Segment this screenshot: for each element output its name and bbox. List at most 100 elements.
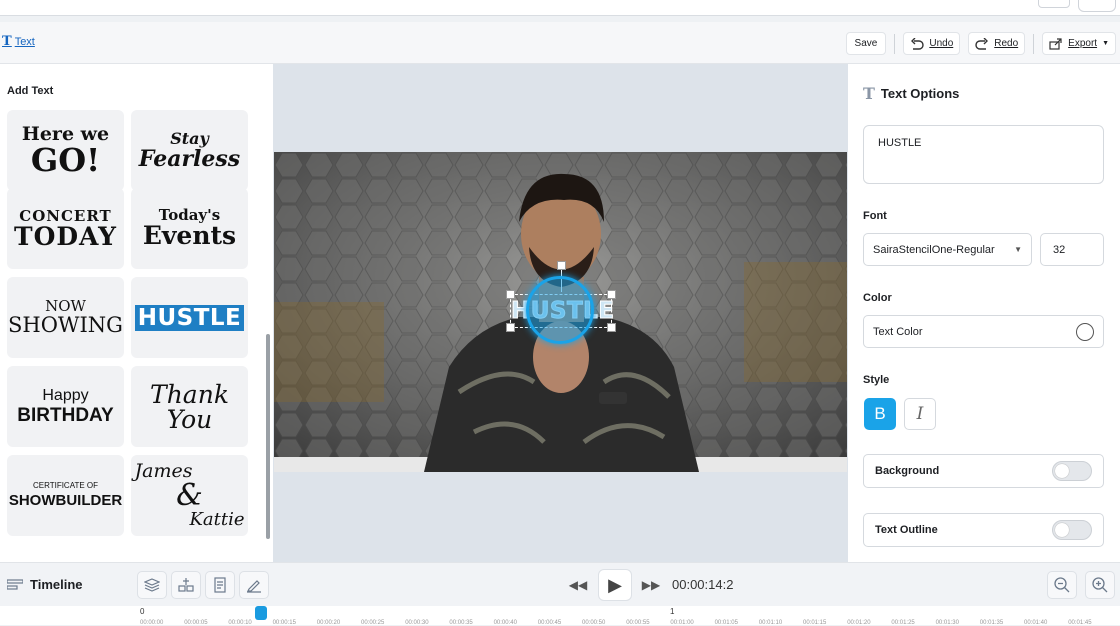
- template-line: &: [176, 478, 203, 513]
- redo-button[interactable]: Redo: [968, 32, 1026, 55]
- ruler-tick-label: 00:00:40: [493, 620, 517, 626]
- font-size-input[interactable]: 32: [1040, 233, 1104, 266]
- template-line: Kattie: [189, 509, 245, 530]
- italic-button[interactable]: I: [904, 398, 936, 430]
- template-stay-fearless[interactable]: Stay Fearless: [131, 110, 248, 191]
- divider: [1033, 33, 1035, 54]
- layers-button[interactable]: [137, 571, 167, 599]
- scrollbar[interactable]: [266, 334, 270, 539]
- undo-button[interactable]: Undo: [903, 32, 961, 55]
- fast-forward-button[interactable]: ▶▶: [639, 572, 663, 598]
- text-color-picker[interactable]: Text Color: [863, 315, 1104, 348]
- zoom-in-button[interactable]: [1085, 571, 1115, 599]
- toolbar: T Text Save Undo Redo Export ▼: [0, 22, 1120, 64]
- fast-forward-icon: ▶▶: [641, 578, 661, 592]
- top-bar-button[interactable]: [1038, 0, 1070, 8]
- ruler-tick-label: 00:01:30: [935, 620, 959, 626]
- export-label: Export: [1068, 38, 1098, 49]
- template-line: You: [166, 404, 213, 434]
- ruler-tick-label: 00:00:10: [228, 620, 252, 626]
- avatar[interactable]: [1078, 0, 1116, 12]
- redo-label: Redo: [994, 38, 1019, 49]
- text-tool-label: Text: [14, 35, 35, 48]
- font-label: Font: [863, 210, 887, 222]
- panel-title: Add Text: [7, 85, 54, 97]
- template-line: Fearless: [138, 146, 241, 173]
- template-line: Happy: [42, 386, 89, 404]
- style-label: Style: [863, 374, 890, 386]
- resize-handle[interactable]: [607, 290, 616, 299]
- resize-handle[interactable]: [607, 323, 616, 332]
- template-line: SHOWING: [8, 313, 123, 338]
- canvas-stage: HUSTLE: [273, 64, 848, 562]
- export-icon: [1049, 37, 1062, 50]
- template-here-we-go[interactable]: Here we GO!: [7, 110, 124, 191]
- template-thank-you[interactable]: Thank You: [131, 366, 248, 447]
- ruler-tick-label: 00:01:05: [714, 620, 738, 626]
- text-outline-label: Text Outline: [875, 524, 938, 536]
- text-icon: T: [2, 34, 12, 49]
- template-line: Thank: [150, 379, 229, 409]
- template-certificate[interactable]: CERTIFICATE OF SHOWBUILDER: [7, 455, 124, 536]
- ruler-tick-label: 00:00:55: [626, 620, 650, 626]
- undo-icon: [911, 37, 925, 50]
- ruler-tick-label: 00:00:50: [582, 620, 606, 626]
- template-line: Events: [142, 221, 237, 251]
- ruler-tick-label: 00:00:30: [405, 620, 429, 626]
- background-row: Background: [863, 454, 1104, 488]
- export-button[interactable]: Export ▼: [1042, 32, 1116, 55]
- background-label: Background: [875, 465, 940, 477]
- ruler-tick-label: 00:01:35: [979, 620, 1004, 626]
- template-line: GO!: [30, 141, 101, 179]
- ruler-tick-label: 00:00:20: [316, 620, 341, 626]
- split-button[interactable]: [171, 571, 201, 599]
- resize-handle[interactable]: [506, 290, 515, 299]
- template-concert-today[interactable]: CONCERT TODAY: [7, 188, 124, 269]
- chevron-down-icon: ▼: [1102, 40, 1109, 47]
- resize-handle[interactable]: [506, 323, 515, 332]
- chevron-down-icon: ▼: [1014, 245, 1022, 254]
- text-content-input[interactable]: HUSTLE: [863, 125, 1104, 184]
- edit-button[interactable]: [239, 571, 269, 599]
- ruler-tick-label: 00:01:20: [847, 620, 871, 626]
- template-now-showing[interactable]: NOW SHOWING: [7, 277, 124, 358]
- template-line: SHOWBUILDER: [8, 491, 123, 509]
- rotate-handle[interactable]: [557, 261, 566, 270]
- font-select[interactable]: SairaStencilOne-Regular ▼: [863, 233, 1032, 266]
- trim-button[interactable]: [205, 571, 235, 599]
- undo-label: Undo: [929, 38, 954, 49]
- template-hustle[interactable]: HUSTLE: [131, 277, 248, 358]
- template-james-kattie[interactable]: James & Kattie: [131, 455, 248, 536]
- video-preview[interactable]: HUSTLE: [274, 152, 847, 472]
- rewind-button[interactable]: ◀◀: [566, 572, 590, 598]
- save-button[interactable]: Save: [845, 32, 887, 55]
- text-tool-tab[interactable]: T Text: [2, 34, 35, 49]
- text-outline-toggle[interactable]: [1052, 520, 1092, 540]
- ruler-tick-label: 00:00:00: [140, 620, 164, 626]
- zoom-in-icon: [1092, 577, 1108, 593]
- timeline-bar: Timeline ◀◀ ▶ ▶▶ 00:00:14:2: [0, 562, 1120, 606]
- text-options-panel: T Text Options HUSTLE Font SairaStencilO…: [848, 64, 1120, 562]
- ruler-tick-label: 00:00:15: [272, 620, 296, 626]
- trim-icon: [214, 577, 226, 593]
- timeline-ruler[interactable]: 0 1 00:00:00 00:00:05 00:00:10 00:00:15 00:0…: [0, 606, 1120, 626]
- zoom-out-button[interactable]: [1047, 571, 1077, 599]
- ruler-marker: 0: [140, 607, 145, 616]
- ruler-tick-label: 00:01:10: [758, 620, 783, 626]
- rewind-icon: ◀◀: [568, 578, 588, 592]
- ruler-tick-label: 00:01:40: [1024, 620, 1048, 626]
- template-happy-birthday[interactable]: Happy BIRTHDAY: [7, 366, 124, 447]
- play-button[interactable]: ▶: [598, 569, 632, 601]
- ruler-tick-label: 00:00:35: [449, 620, 473, 626]
- bold-button[interactable]: B: [864, 398, 896, 430]
- timeline-icon: [7, 578, 23, 590]
- playhead[interactable]: [255, 606, 267, 620]
- background-toggle[interactable]: [1052, 461, 1092, 481]
- play-icon: ▶: [608, 574, 622, 595]
- template-todays-events[interactable]: Today's Events: [131, 188, 248, 269]
- ruler-tick-label: 00:00:25: [361, 620, 385, 626]
- font-value: SairaStencilOne-Regular: [873, 243, 995, 256]
- template-line: HUSTLE: [134, 304, 245, 331]
- color-swatch[interactable]: [1076, 322, 1094, 341]
- color-label: Color: [863, 292, 892, 304]
